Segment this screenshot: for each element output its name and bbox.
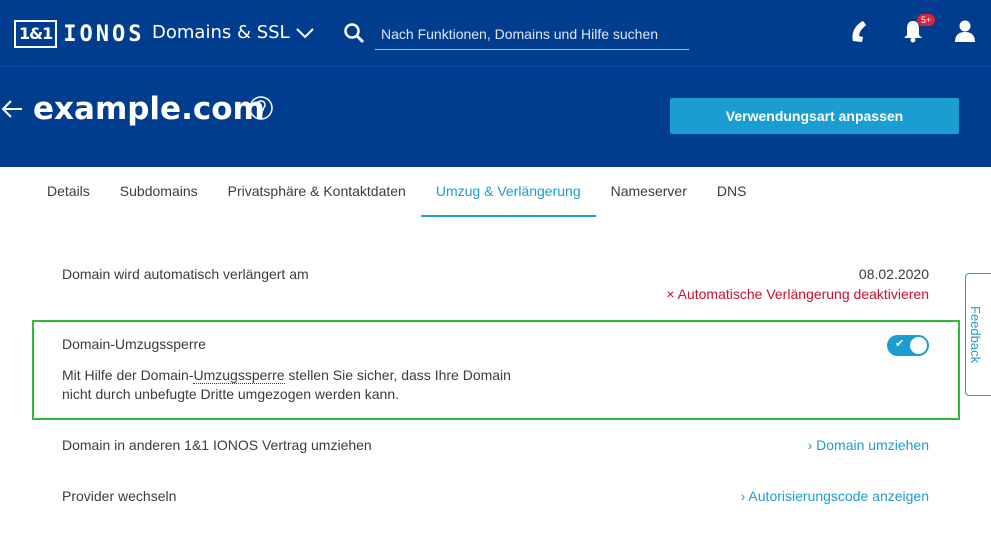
tab-subdomains[interactable]: Subdomains [105, 167, 213, 217]
feedback-label: Feedback [968, 306, 983, 364]
tab-privacy-contact[interactable]: Privatsphäre & Kontaktdaten [213, 167, 421, 217]
ionos-logo[interactable]: 1&1 IONOS [14, 19, 144, 49]
provider-label: Provider wechseln [62, 488, 177, 504]
transfer-lock-title: Domain-Umzugssperre [62, 336, 206, 352]
section-switcher[interactable]: Domains & SSL [152, 22, 314, 43]
section-title: Domains & SSL [152, 22, 290, 43]
feedback-tab[interactable]: Feedback [965, 273, 991, 396]
back-arrow-icon[interactable] [0, 98, 24, 120]
desc-text-start: Mit Hilfe der Domain- [62, 367, 194, 383]
tab-dns[interactable]: DNS [702, 167, 762, 217]
domain-tabs: Details Subdomains Privatsphäre & Kontak… [32, 167, 761, 217]
lightbulb-icon[interactable] [249, 96, 273, 120]
toggle-knob [910, 337, 927, 354]
domain-header: example.com Verwendungsart anpassen [0, 66, 991, 167]
logo-text: IONOS [63, 21, 145, 47]
move-domain-link[interactable]: › Domain umziehen [808, 437, 929, 453]
logo-box: 1&1 [14, 20, 58, 48]
transfer-lock-toggle[interactable]: ✔ [887, 335, 929, 356]
chevron-down-icon [295, 27, 314, 38]
auth-code-link[interactable]: › Autorisierungscode anzeigen [741, 488, 929, 504]
phone-icon[interactable] [849, 19, 871, 43]
deactivate-renewal-link[interactable]: × Automatische Verlängerung deaktivieren [666, 286, 929, 302]
move-contract-label: Domain in anderen 1&1 IONOS Vertrag umzi… [62, 437, 372, 453]
check-icon: ✔ [895, 337, 905, 350]
transfer-lock-description: Mit Hilfe der Domain-Umzugssperre stelle… [62, 366, 542, 404]
top-navigation-bar: 1&1 IONOS Domains & SSL 5+ [0, 0, 991, 66]
domain-title: example.com [33, 91, 265, 127]
tab-transfer-renewal[interactable]: Umzug & Verlängerung [420, 167, 596, 217]
search-bar [343, 18, 689, 50]
desc-term[interactable]: Umzugssperre [193, 367, 285, 384]
notification-badge: 5+ [917, 14, 936, 26]
renewal-label: Domain wird automatisch verlängert am [62, 266, 309, 282]
tab-details[interactable]: Details [32, 167, 105, 217]
tab-nameserver[interactable]: Nameserver [596, 167, 702, 217]
user-icon[interactable] [955, 19, 975, 43]
renewal-date: 08.02.2020 [858, 266, 929, 282]
change-usage-button[interactable]: Verwendungsart anpassen [670, 98, 959, 134]
search-input[interactable] [375, 18, 689, 50]
search-icon[interactable] [343, 22, 365, 44]
